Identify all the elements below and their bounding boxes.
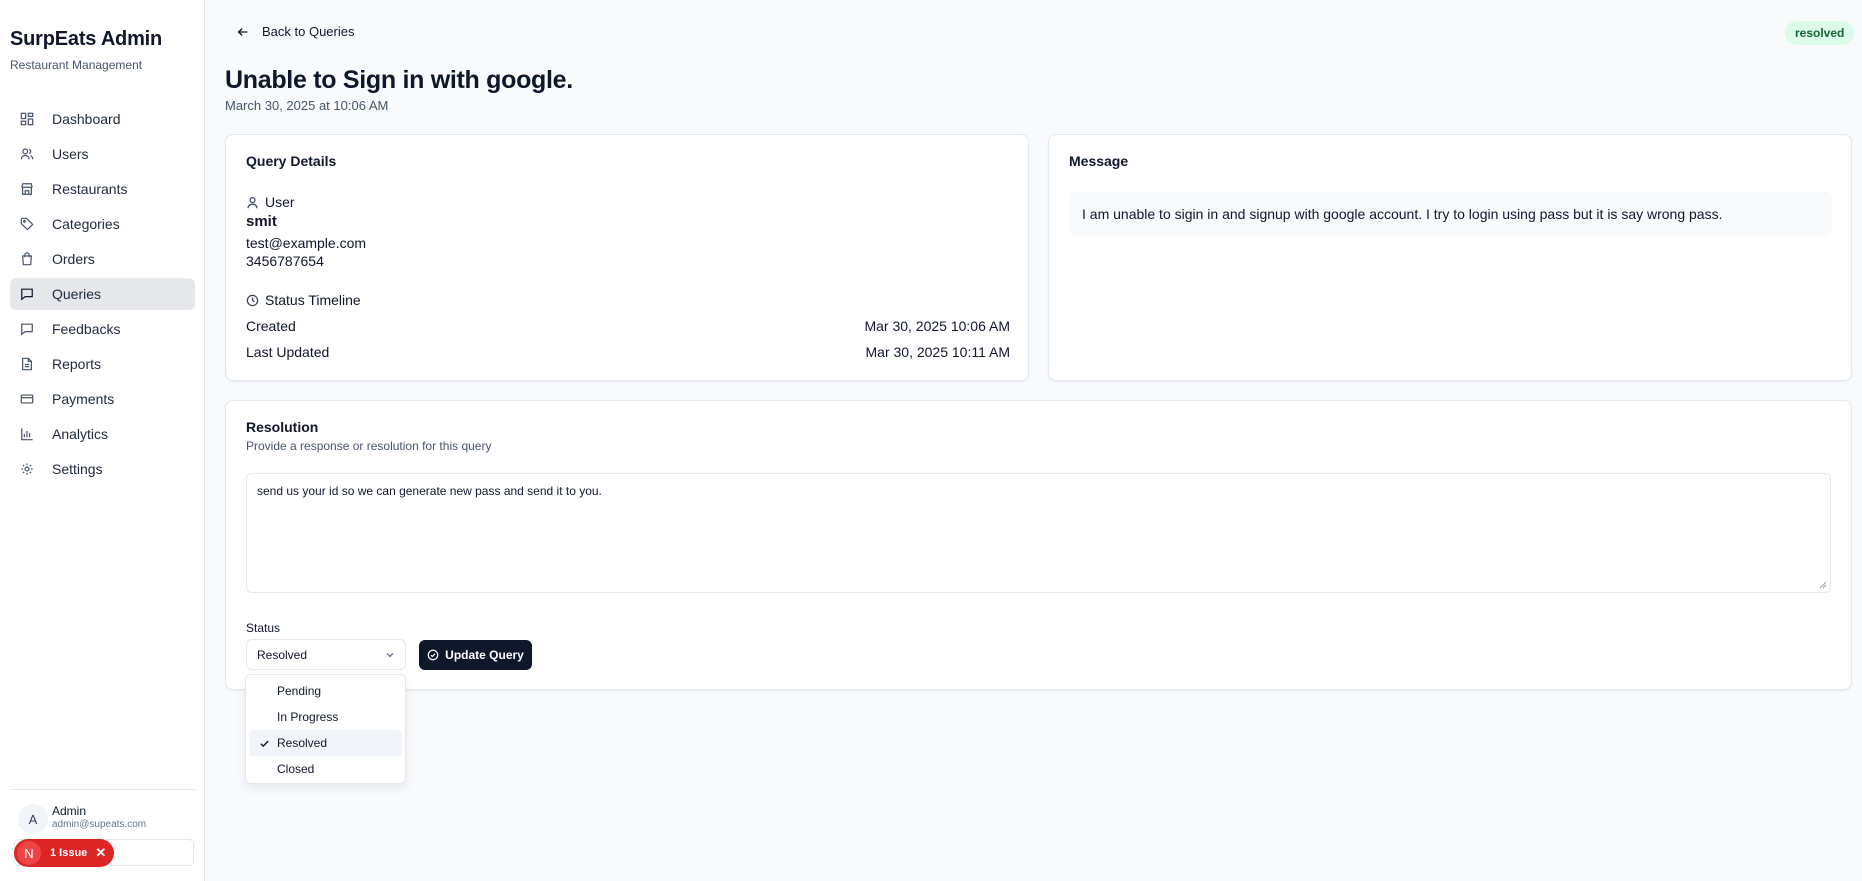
sidebar-item-label: Orders [52, 251, 95, 267]
sidebar-item-payments[interactable]: Payments [10, 383, 195, 415]
status-option-in-progress[interactable]: In Progress [249, 704, 402, 730]
sidebar-item-label: Queries [52, 286, 102, 302]
sidebar-item-label: Reports [52, 356, 102, 372]
sidebar-item-label: Dashboard [52, 111, 121, 127]
sidebar-item-label: Settings [52, 461, 103, 477]
status-dropdown: Pending In Progress Resolved Closed [245, 674, 406, 784]
sidebar-item-label: Restaurants [52, 181, 128, 197]
created-label: Created [246, 318, 296, 334]
created-value: Mar 30, 2025 10:06 AM [864, 318, 1010, 334]
page-date: March 30, 2025 at 10:06 AM [225, 98, 389, 113]
dashboard-icon [20, 112, 34, 126]
resolution-card: Resolution Provide a response or resolut… [225, 400, 1852, 690]
user-icon [246, 196, 259, 209]
sidebar-item-label: Categories [52, 216, 120, 232]
option-label: In Progress [277, 710, 339, 724]
option-label: Closed [277, 762, 315, 776]
user-email-value: test@example.com [246, 235, 367, 251]
app-brand: SurpEats Admin [10, 28, 163, 50]
update-query-button[interactable]: Update Query [419, 640, 532, 670]
resolution-textarea[interactable]: send us your id so we can generate new p… [246, 473, 1831, 593]
timeline-heading-label: Status Timeline [265, 292, 361, 308]
bar-chart-icon [20, 427, 34, 441]
check-icon [259, 738, 270, 749]
arrow-left-icon [236, 25, 250, 39]
user-section-heading: User [246, 194, 295, 210]
store-icon [20, 182, 34, 196]
check-circle-icon [427, 649, 439, 661]
issue-label: 1 Issue [50, 847, 88, 859]
option-label: Pending [277, 684, 322, 698]
user-name: Admin [52, 804, 87, 818]
user-name-value: smit [246, 213, 277, 230]
status-option-closed[interactable]: Closed [249, 756, 402, 782]
status-select[interactable]: Resolved [246, 639, 406, 670]
users-icon [20, 147, 34, 161]
message-icon [20, 322, 34, 336]
issue-badge[interactable]: N 1 Issue ✕ [14, 839, 114, 867]
status-label: Status [246, 621, 281, 635]
sidebar-nav: Dashboard Users Restaurants Categories O… [10, 103, 195, 488]
sidebar-item-dashboard[interactable]: Dashboard [10, 103, 195, 135]
status-badge: resolved [1785, 21, 1855, 45]
updated-label: Last Updated [246, 344, 330, 360]
status-option-resolved[interactable]: Resolved [249, 730, 402, 756]
tag-icon [20, 217, 34, 231]
sidebar-item-users[interactable]: Users [10, 138, 195, 170]
clock-icon [246, 294, 259, 307]
card-title: Resolution [246, 419, 319, 435]
timeline-heading: Status Timeline [246, 292, 361, 308]
issue-initial: N [17, 841, 41, 865]
sidebar-item-settings[interactable]: Settings [10, 453, 195, 485]
resize-handle-icon[interactable] [1819, 581, 1827, 589]
sidebar-item-categories[interactable]: Categories [10, 208, 195, 240]
sidebar-item-label: Payments [52, 391, 115, 407]
sidebar-divider [10, 789, 195, 790]
back-label: Back to Queries [262, 24, 355, 39]
resolution-text: send us your id so we can generate new p… [257, 484, 602, 498]
sidebar-item-label: Feedbacks [52, 321, 121, 337]
app-subtitle: Restaurant Management [10, 58, 143, 72]
close-icon[interactable]: ✕ [95, 845, 106, 861]
shopping-bag-icon [20, 252, 34, 266]
message-icon [20, 287, 34, 301]
message-text: I am unable to sigin in and signup with … [1069, 192, 1832, 236]
page-title: Unable to Sign in with google. [225, 66, 573, 94]
status-option-pending[interactable]: Pending [249, 678, 402, 704]
chevron-down-icon [385, 650, 395, 660]
card-title: Query Details [246, 153, 337, 169]
status-select-value: Resolved [257, 647, 308, 662]
user-phone-value: 3456787654 [246, 253, 324, 269]
sidebar-item-reports[interactable]: Reports [10, 348, 195, 380]
timeline-row-created: Created Mar 30, 2025 10:06 AM [246, 318, 1010, 334]
sidebar-item-queries[interactable]: Queries [10, 278, 195, 310]
user-heading: User [265, 194, 295, 210]
sidebar-item-orders[interactable]: Orders [10, 243, 195, 275]
sidebar-item-analytics[interactable]: Analytics [10, 418, 195, 450]
user-email: admin@supeats.com [52, 819, 147, 830]
sidebar-item-label: Users [52, 146, 89, 162]
sidebar-item-label: Analytics [52, 426, 109, 442]
card-title: Message [1069, 153, 1129, 169]
timeline-row-updated: Last Updated Mar 30, 2025 10:11 AM [246, 344, 1010, 360]
file-icon [20, 357, 34, 371]
sidebar: SurpEats Admin Restaurant Management Das… [0, 0, 205, 881]
gear-icon [20, 462, 34, 476]
query-details-card: Query Details User smit test@example.com… [225, 134, 1029, 381]
updated-value: Mar 30, 2025 10:11 AM [865, 344, 1011, 360]
update-query-label: Update Query [445, 648, 524, 662]
message-card: Message I am unable to sigin in and sign… [1048, 134, 1852, 381]
avatar: A [18, 804, 48, 834]
option-label: Resolved [277, 736, 328, 750]
sidebar-item-feedbacks[interactable]: Feedbacks [10, 313, 195, 345]
credit-card-icon [20, 392, 34, 406]
back-to-queries-link[interactable]: Back to Queries [236, 24, 355, 39]
sidebar-item-restaurants[interactable]: Restaurants [10, 173, 195, 205]
resolution-subtitle: Provide a response or resolution for thi… [246, 439, 492, 453]
